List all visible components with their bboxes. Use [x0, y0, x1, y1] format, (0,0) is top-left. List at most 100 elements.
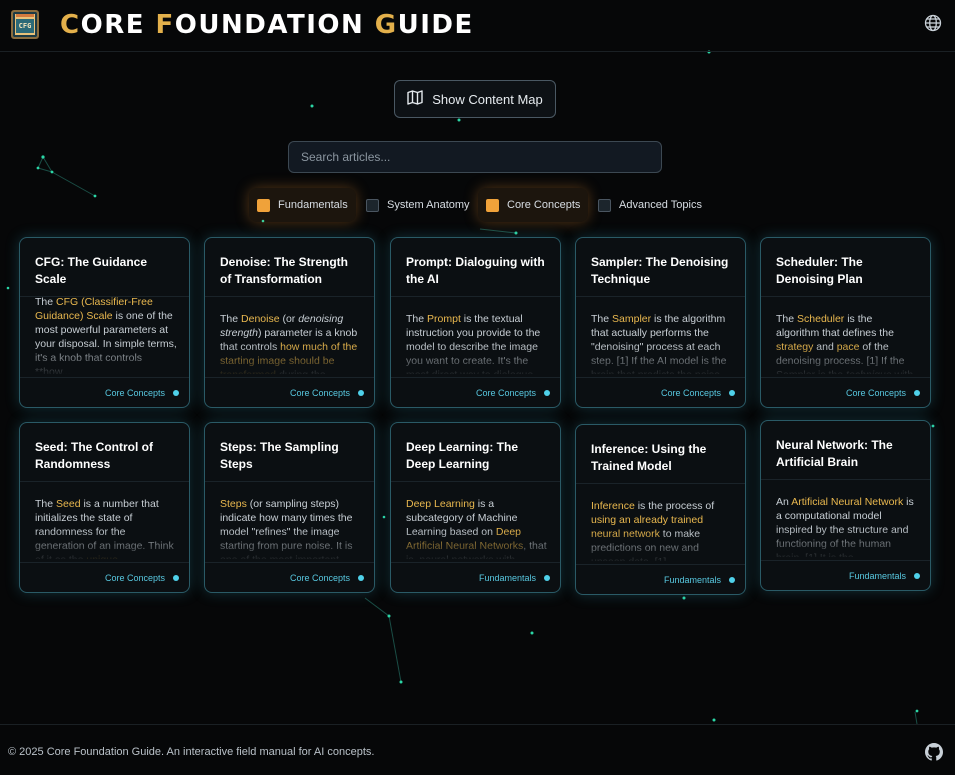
card-excerpt: The Seed is a number that initializes th… [35, 497, 177, 559]
filter-fundamentals[interactable]: Fundamentals [249, 188, 356, 222]
checkbox[interactable] [366, 198, 379, 212]
card-footer: Fundamentals [391, 562, 560, 592]
filter-core-concepts[interactable]: Core Concepts [478, 188, 589, 222]
article-card[interactable]: Denoise: The Strength of Transformation … [204, 237, 375, 408]
title-part: ORE [80, 10, 156, 40]
card-divider [391, 481, 560, 482]
show-content-map-button[interactable]: Show Content Map [394, 80, 556, 118]
card-title: Prompt: Dialoguing with the AI [406, 255, 545, 286]
filter-system-anatomy[interactable]: System Anatomy [358, 188, 478, 222]
status-dot [729, 389, 735, 396]
card-title: Seed: The Control of Randomness [35, 440, 153, 471]
card-excerpt: The CFG (Classifier-Free Guidance) Scale… [35, 295, 177, 374]
filter-label: System Anatomy [387, 199, 470, 211]
card-footer: Core Concepts [205, 562, 374, 592]
card-footer: Core Concepts [391, 377, 560, 407]
article-card[interactable]: Scheduler: The Denoising Plan The Schedu… [760, 237, 931, 408]
category-tag[interactable]: Core Concepts [661, 388, 721, 398]
card-title: Scheduler: The Denoising Plan [776, 255, 863, 286]
card-title: Inference: Using the Trained Model [591, 442, 707, 473]
status-dot [358, 574, 364, 581]
card-title: Steps: The Sampling Steps [220, 440, 339, 471]
status-dot [544, 574, 550, 581]
title-part: F [155, 10, 175, 40]
logo[interactable]: CFG [11, 10, 39, 39]
card-footer: Fundamentals [761, 560, 930, 590]
excerpt-fade [35, 529, 177, 559]
status-dot [173, 389, 179, 396]
category-tag[interactable]: Core Concepts [290, 388, 350, 398]
card-excerpt: The Denoise (or denoising strength) para… [220, 312, 362, 374]
card-divider [576, 483, 745, 484]
map-icon [407, 90, 423, 108]
filter-label: Core Concepts [507, 199, 581, 211]
highlighted-term: Steps [220, 498, 247, 510]
article-card[interactable]: Neural Network: The Artificial Brain An … [760, 420, 931, 591]
card-footer: Core Concepts [761, 377, 930, 407]
category-tag[interactable]: Core Concepts [290, 573, 350, 583]
article-card[interactable]: CFG: The Guidance Scale The CFG (Classif… [19, 237, 190, 408]
checkbox[interactable] [257, 198, 270, 212]
excerpt-text: The [591, 313, 613, 325]
filter-label: Fundamentals [278, 199, 348, 211]
article-card[interactable]: Sampler: The Denoising Technique The Sam… [575, 237, 746, 408]
card-excerpt: Deep Learning is a subcategory of Machin… [406, 497, 548, 559]
excerpt-fade [406, 529, 548, 559]
excerpt-fade [776, 527, 918, 557]
article-card[interactable]: Prompt: Dialoguing with the AI The Promp… [390, 237, 561, 408]
checkbox[interactable] [486, 198, 499, 212]
article-card[interactable]: Seed: The Control of Randomness The Seed… [19, 422, 190, 593]
copyright-text: © 2025 Core Foundation Guide. An interac… [8, 746, 375, 758]
filter-label: Advanced Topics [619, 199, 702, 211]
status-dot [729, 576, 735, 583]
filter-advanced-topics[interactable]: Advanced Topics [590, 188, 710, 222]
excerpt-text: is the process of [634, 500, 715, 512]
content-map-label: Show Content Map [432, 91, 543, 107]
category-tag[interactable]: Core Concepts [476, 388, 536, 398]
category-tag[interactable]: Core Concepts [846, 388, 906, 398]
highlighted-term: Sampler [612, 313, 652, 325]
checkbox[interactable] [598, 198, 611, 212]
excerpt-fade [35, 344, 177, 374]
category-tag[interactable]: Core Concepts [105, 573, 165, 583]
excerpt-fade [776, 344, 918, 374]
card-footer: Core Concepts [576, 377, 745, 407]
card-divider [391, 296, 560, 297]
category-tag[interactable]: Fundamentals [479, 573, 536, 583]
app-header: CFG CORE FOUNDATION GUIDE [0, 0, 955, 52]
article-card[interactable]: Inference: Using the Trained Model Infer… [575, 424, 746, 595]
title-part: UIDE [397, 10, 474, 40]
card-excerpt: The Scheduler is the algorithm that defi… [776, 312, 918, 374]
card-excerpt: The Prompt is the textual instruction yo… [406, 312, 548, 374]
status-dot [173, 574, 179, 581]
excerpt-fade [591, 531, 733, 561]
status-dot [914, 572, 920, 579]
highlighted-term: Seed [56, 498, 81, 510]
search-input[interactable] [288, 141, 662, 173]
excerpt-text: The [406, 313, 428, 325]
card-title: Denoise: The Strength of Transformation [220, 255, 349, 286]
card-footer: Core Concepts [20, 562, 189, 592]
card-divider [576, 296, 745, 297]
excerpt-text: The [220, 313, 242, 325]
highlighted-term: Artificial Neural Network [791, 496, 904, 508]
card-divider [761, 296, 930, 297]
highlighted-term: Prompt [427, 313, 461, 325]
card-divider [205, 481, 374, 482]
title-part: OUNDATION [174, 10, 375, 40]
status-dot [358, 389, 364, 396]
category-tag[interactable]: Core Concepts [105, 388, 165, 398]
category-tag[interactable]: Fundamentals [849, 571, 906, 581]
article-card[interactable]: Deep Learning: The Deep Learning Deep Le… [390, 422, 561, 593]
category-filters: Fundamentals System Anatomy Core Concept… [0, 188, 955, 222]
card-excerpt: The Sampler is the algorithm that actual… [591, 312, 733, 374]
page-footer: © 2025 Core Foundation Guide. An interac… [0, 724, 955, 775]
card-title: Neural Network: The Artificial Brain [776, 438, 893, 469]
github-icon[interactable] [925, 743, 943, 761]
globe-icon[interactable] [924, 14, 942, 32]
article-card[interactable]: Steps: The Sampling Steps Steps (or samp… [204, 422, 375, 593]
category-tag[interactable]: Fundamentals [664, 575, 721, 585]
card-title: CFG: The Guidance Scale [35, 255, 148, 286]
site-title[interactable]: CORE FOUNDATION GUIDE [60, 10, 474, 40]
highlighted-term: Scheduler [797, 313, 845, 325]
